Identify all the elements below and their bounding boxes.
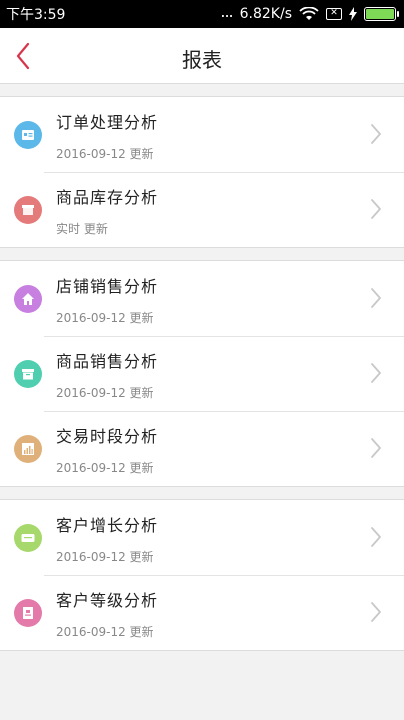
report-item-label: 店铺销售分析 bbox=[56, 277, 159, 296]
report-item-updated: 2016-09-12 更新 bbox=[56, 461, 154, 475]
no-sim-icon: ✕ bbox=[326, 8, 342, 20]
report-item[interactable]: 店铺销售分析 2016-09-12 更新 bbox=[0, 261, 404, 336]
report-group: 订单处理分析 2016-09-12 更新商品库存分析实时 更新 bbox=[0, 96, 404, 248]
report-item[interactable]: 商品库存分析实时 更新 bbox=[0, 172, 404, 247]
report-item-label: 客户增长分析 bbox=[56, 516, 159, 535]
report-item-label: 商品库存分析 bbox=[56, 188, 159, 207]
nav-bar: 报表 bbox=[0, 28, 404, 84]
report-item-updated: 2016-09-12 更新 bbox=[56, 147, 154, 161]
chevron-right-icon bbox=[371, 199, 381, 219]
report-item-label: 交易时段分析 bbox=[56, 427, 159, 446]
report-item-text: 交易时段分析 2016-09-12 更新 bbox=[56, 423, 158, 476]
growth-card-icon bbox=[14, 524, 42, 552]
report-item-updated: 2016-09-12 更新 bbox=[56, 550, 154, 564]
report-group: 客户增长分析 2016-09-12 更新 客户等级分析 2016-09-12 更新 bbox=[0, 499, 404, 651]
wifi-icon bbox=[299, 7, 319, 20]
report-item-label: 客户等级分析 bbox=[56, 591, 159, 610]
bar-chart-icon bbox=[14, 435, 42, 463]
report-item[interactable]: 订单处理分析 2016-09-12 更新 bbox=[0, 97, 404, 172]
report-item-text: 客户等级分析 2016-09-12 更新 bbox=[56, 587, 158, 640]
chevron-right-icon bbox=[371, 124, 381, 144]
page-title: 报表 bbox=[182, 48, 222, 72]
report-item-text: 商品库存分析实时 更新 bbox=[56, 184, 158, 237]
badge-icon bbox=[14, 599, 42, 627]
network-speed: 6.82K/s bbox=[239, 6, 292, 22]
status-right: ... 6.82K/s ✕ bbox=[220, 2, 399, 22]
report-item-updated: 实时 更新 bbox=[56, 222, 108, 236]
report-list: 订单处理分析 2016-09-12 更新 商品库存分析 实时 更新 店铺销售分析 2016… bbox=[0, 84, 404, 651]
chevron-right-icon bbox=[371, 363, 381, 383]
report-item-updated: 2016-09-12 更新 bbox=[56, 625, 154, 639]
status-bar: 下午3:59 ... 6.82K/s ✕ bbox=[0, 0, 404, 28]
report-item-text: 订单处理分析 2016-09-12 更新 bbox=[56, 109, 158, 162]
archive-box-icon bbox=[14, 360, 42, 388]
report-item-text: 客户增长分析 2016-09-12 更新 bbox=[56, 512, 158, 565]
store-box-icon bbox=[14, 196, 42, 224]
report-item-text: 商品销售分析 2016-09-12 更新 bbox=[56, 348, 158, 401]
more-dots: ... bbox=[220, 1, 233, 21]
report-item-label: 订单处理分析 bbox=[56, 113, 159, 132]
chevron-right-icon bbox=[371, 602, 381, 622]
id-card-icon bbox=[14, 121, 42, 149]
report-item[interactable]: 客户增长分析 2016-09-12 更新 bbox=[0, 500, 404, 575]
status-time: 下午3:59 bbox=[6, 7, 66, 23]
report-item-updated: 2016-09-12 更新 bbox=[56, 311, 154, 325]
report-item[interactable]: 商品销售分析 2016-09-12 更新 bbox=[0, 336, 404, 411]
report-group: 店铺销售分析 2016-09-12 更新 商品销售分析 2016-09-12 更新 交易… bbox=[0, 260, 404, 487]
report-item-label: 商品销售分析 bbox=[56, 352, 159, 371]
battery-icon bbox=[364, 7, 399, 21]
report-item-updated: 2016-09-12 更新 bbox=[56, 386, 154, 400]
report-item[interactable]: 客户等级分析 2016-09-12 更新 bbox=[0, 575, 404, 650]
charging-bolt-icon bbox=[349, 7, 357, 21]
house-icon bbox=[14, 285, 42, 313]
chevron-right-icon bbox=[371, 288, 381, 308]
chevron-right-icon bbox=[371, 527, 381, 547]
chevron-right-icon bbox=[371, 438, 381, 458]
report-item-text: 店铺销售分析 2016-09-12 更新 bbox=[56, 273, 158, 326]
report-item[interactable]: 交易时段分析 2016-09-12 更新 bbox=[0, 411, 404, 486]
